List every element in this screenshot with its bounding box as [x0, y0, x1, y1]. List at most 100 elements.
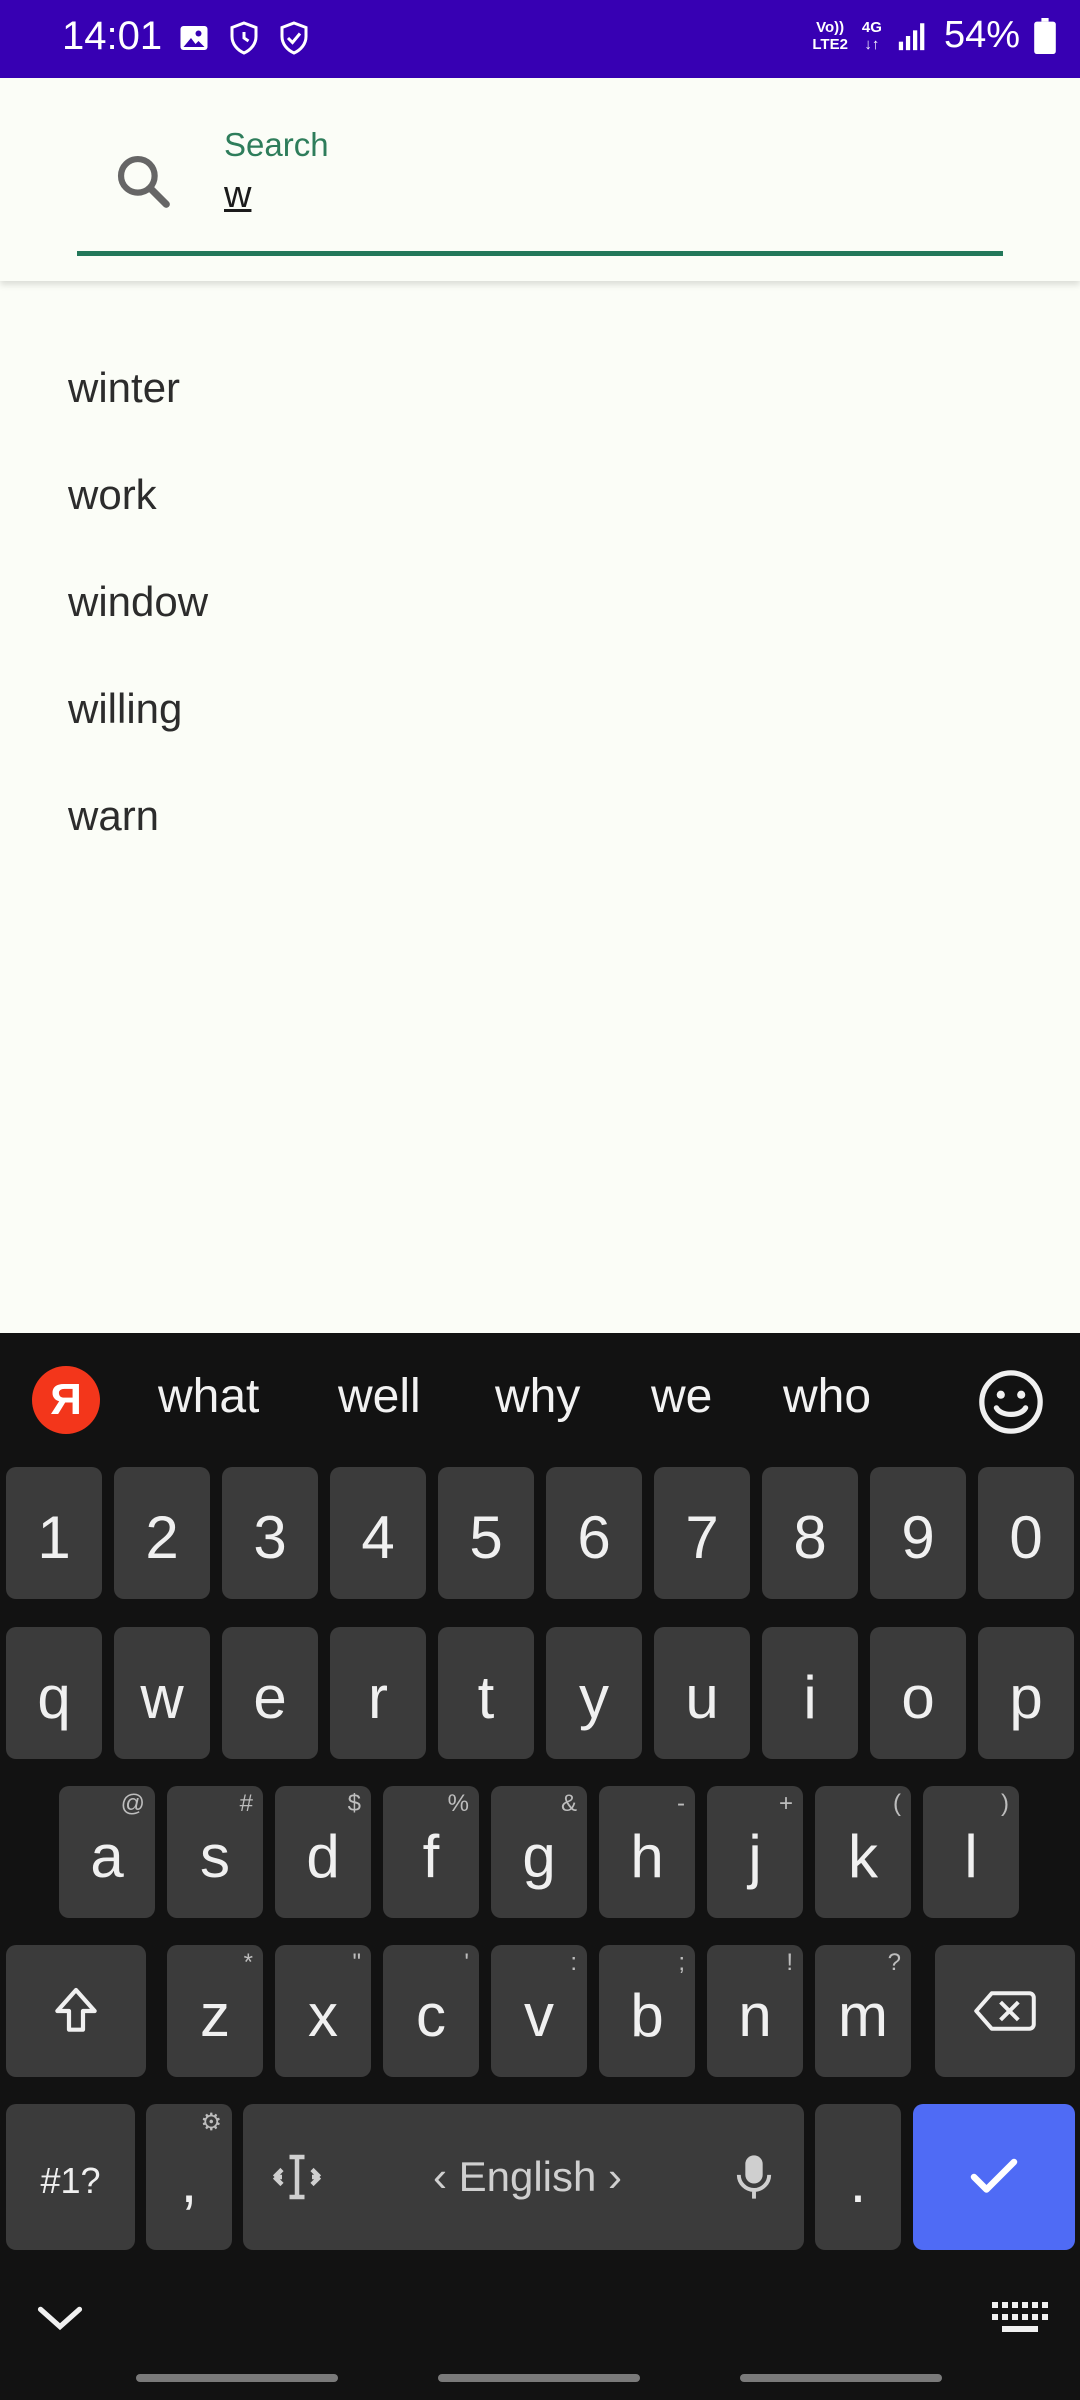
cursor-move-icon [272, 2154, 322, 2200]
key-m[interactable]: m? [815, 1945, 911, 2077]
key-label: l [964, 1822, 978, 1890]
key-label: 6 [577, 1503, 611, 1571]
status-bar: 14:01 Vo)) LTE2 4G ↓↑ 54% [0, 0, 1080, 78]
emoji-icon[interactable] [976, 1367, 1046, 1437]
key-label: n [738, 1981, 772, 2049]
key-i[interactable]: i [762, 1627, 858, 1759]
key-y[interactable]: y [546, 1627, 642, 1759]
key-hint: : [570, 1949, 577, 1976]
key-o[interactable]: o [870, 1627, 966, 1759]
key-e[interactable]: e [222, 1627, 318, 1759]
backspace-key[interactable] [935, 1945, 1075, 2077]
key-hint: * [243, 1949, 253, 1976]
language-label: ‹ English › [432, 2153, 623, 2200]
key-label: #1? [40, 2160, 101, 2201]
key-label: 2 [145, 1503, 179, 1571]
key-9[interactable]: 9 [870, 1467, 966, 1599]
volte-indicator: Vo)) LTE2 [812, 18, 848, 53]
key-2[interactable]: 2 [114, 1467, 210, 1599]
network-type: 4G ↓↑ [861, 18, 882, 53]
key-q[interactable]: q [6, 1627, 102, 1759]
key-label: 0 [1009, 1503, 1043, 1571]
key-label: w [140, 1663, 184, 1731]
hide-keyboard-icon[interactable] [34, 2298, 86, 2338]
key-label: 5 [469, 1503, 503, 1571]
key-hint: % [447, 1790, 469, 1817]
key-a[interactable]: a @ [59, 1786, 155, 1918]
key-w[interactable]: w [114, 1627, 210, 1759]
key-d[interactable]: d $ [275, 1786, 371, 1918]
key-x[interactable]: x " [275, 1945, 371, 2077]
key-c[interactable]: c ' [383, 1945, 479, 2077]
key-5[interactable]: 5 [438, 1467, 534, 1599]
keyboard: Я what well why we who 1234567890qwertyu… [0, 1333, 1080, 2400]
key-label: a [90, 1822, 124, 1890]
key-label: d [306, 1822, 340, 1890]
key-0[interactable]: 0 [978, 1467, 1074, 1599]
key-hint: ) [1001, 1790, 1009, 1817]
key-3[interactable]: 3 [222, 1467, 318, 1599]
key-l[interactable]: l) [923, 1786, 1019, 1918]
space-key[interactable]: ‹ English › [243, 2104, 804, 2250]
shift-icon [55, 1987, 97, 2032]
search-underline [77, 251, 1003, 256]
key-p[interactable]: p [978, 1627, 1074, 1759]
key-k[interactable]: k( [815, 1786, 911, 1918]
key-s[interactable]: s # [167, 1786, 263, 1918]
result-item[interactable]: winter [0, 334, 1080, 441]
key-4[interactable]: 4 [330, 1467, 426, 1599]
key-hint: + [778, 1790, 793, 1817]
key-label: h [630, 1822, 664, 1890]
suggestion-who[interactable]: who [783, 1369, 871, 1424]
key-h[interactable]: h- [599, 1786, 695, 1918]
keyboard-switch-icon[interactable] [990, 2298, 1050, 2338]
key-label: 7 [685, 1503, 719, 1571]
key-label: c [416, 1981, 446, 2049]
key-v[interactable]: v: [491, 1945, 587, 2077]
shift-key[interactable] [6, 1945, 146, 2077]
search-label: Search [224, 126, 329, 163]
key-8[interactable]: 8 [762, 1467, 858, 1599]
key-label: s [200, 1822, 230, 1890]
key-7[interactable]: 7 [654, 1467, 750, 1599]
nav-pill-center[interactable] [438, 2374, 640, 2382]
result-item[interactable]: willing [0, 655, 1080, 762]
key-label: x [308, 1981, 338, 2049]
key-1[interactable]: 1 [6, 1467, 102, 1599]
result-item[interactable]: window [0, 548, 1080, 655]
key-label: t [477, 1663, 495, 1731]
nav-pill-left[interactable] [136, 2374, 338, 2382]
symbols-key[interactable]: #1? [6, 2104, 135, 2250]
nav-pill-right[interactable] [740, 2374, 942, 2382]
microphone-icon [736, 2155, 772, 2199]
key-u[interactable]: u [654, 1627, 750, 1759]
key-g[interactable]: g & [491, 1786, 587, 1918]
key-n[interactable]: n! [707, 1945, 803, 2077]
suggestion-we[interactable]: we [651, 1369, 712, 1424]
key-z[interactable]: z * [167, 1945, 263, 2077]
key-j[interactable]: j + [707, 1786, 803, 1918]
key-label: 3 [253, 1503, 287, 1571]
comma-key[interactable]: , ⚙ [146, 2104, 232, 2250]
suggestion-bar: Я what well why we who [0, 1333, 1080, 1463]
suggestion-why[interactable]: why [495, 1369, 580, 1424]
key-label: k [848, 1822, 878, 1890]
key-hint: @ [120, 1790, 145, 1817]
result-item[interactable]: warn [0, 762, 1080, 869]
yandex-logo[interactable]: Я [32, 1366, 100, 1434]
key-r[interactable]: r [330, 1627, 426, 1759]
key-t[interactable]: t [438, 1627, 534, 1759]
enter-key[interactable] [913, 2104, 1075, 2250]
key-6[interactable]: 6 [546, 1467, 642, 1599]
suggestion-well[interactable]: well [338, 1369, 421, 1424]
key-label: o [901, 1663, 935, 1731]
key-b[interactable]: b; [599, 1945, 695, 2077]
key-f[interactable]: f% [383, 1786, 479, 1918]
result-item[interactable]: work [0, 441, 1080, 548]
suggestion-what[interactable]: what [158, 1369, 259, 1424]
search-input[interactable]: w [224, 174, 251, 217]
key-label: y [579, 1663, 609, 1731]
key-label: z [200, 1981, 230, 2049]
period-key[interactable]: . [815, 2104, 901, 2250]
key-label: j [748, 1822, 762, 1890]
